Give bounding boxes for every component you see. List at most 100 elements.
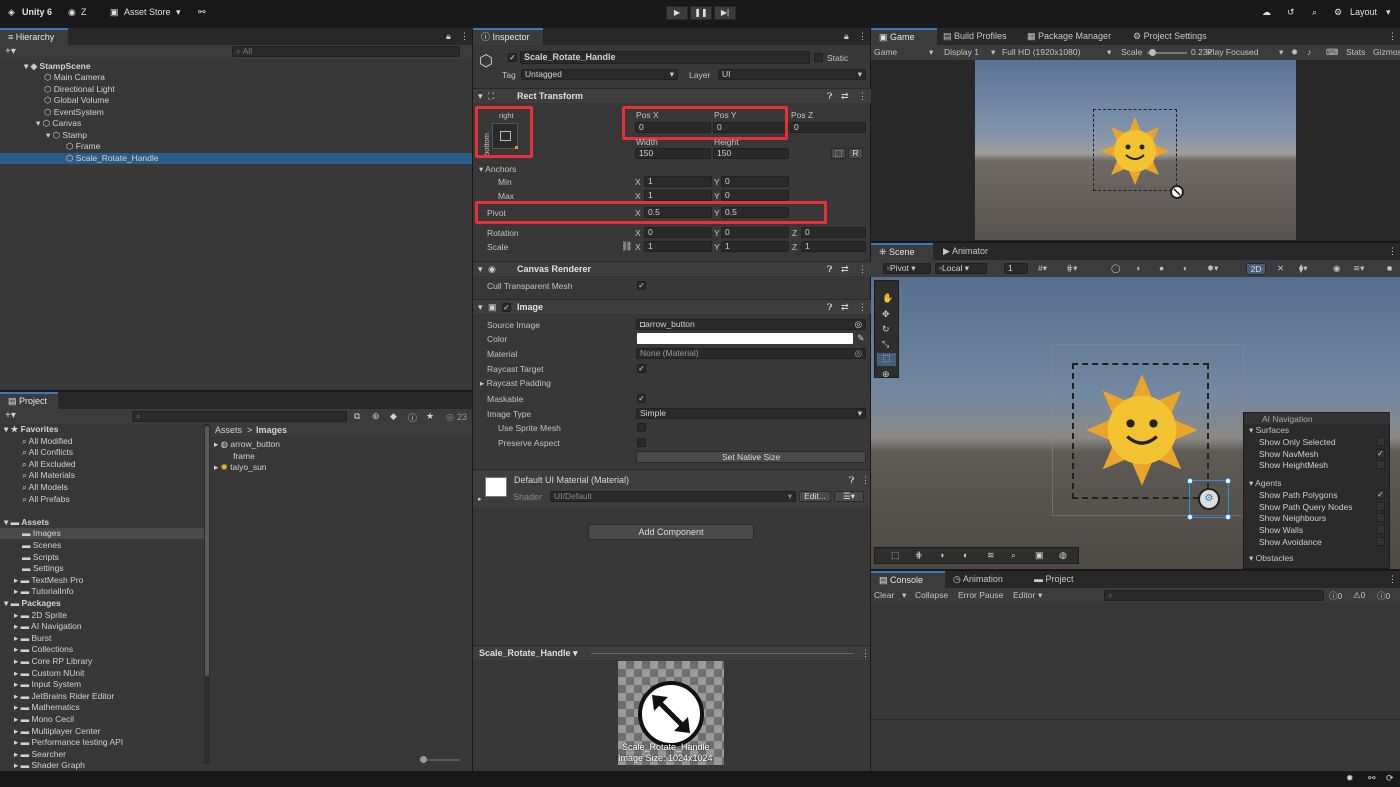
object-picker-icon[interactable]: ◎ xyxy=(855,349,862,358)
color-swatch[interactable] xyxy=(637,333,853,344)
fav-item[interactable]: ⌕ All Prefabs xyxy=(22,494,70,505)
debug-icon[interactable]: ✹▾ xyxy=(1207,263,1218,274)
lock-icon[interactable]: 🔒︎ xyxy=(844,31,849,42)
tab-game[interactable]: ▣ Game xyxy=(871,28,937,45)
tag-icon[interactable]: ◆ xyxy=(390,411,397,422)
project-search-input[interactable]: ⌕ xyxy=(132,411,347,422)
layer-dropdown[interactable]: UI ▾ xyxy=(718,69,866,80)
foldout-icon[interactable]: ▾ xyxy=(478,264,483,275)
gizmos-button[interactable]: Gizmos xyxy=(1373,47,1400,57)
tab-build-profiles[interactable]: ▤ Build Profiles xyxy=(935,28,1015,45)
transform-tool-icon[interactable]: ⊕ xyxy=(882,369,890,380)
scale-y-input[interactable]: 1 xyxy=(721,241,789,252)
bug-icon[interactable]: ✹ xyxy=(1291,47,1298,58)
tree-item-stamp[interactable]: ▾ ⬡ Stamp xyxy=(46,130,87,141)
unity-logo-icon[interactable]: ◈ xyxy=(8,7,15,18)
rotate-tool-icon[interactable]: ↻ xyxy=(882,324,890,335)
package-item[interactable]: ▸ ▬ Input System xyxy=(14,679,81,690)
play-button[interactable]: ▶ xyxy=(666,6,688,20)
lighting-icon[interactable]: ◐ xyxy=(963,550,968,560)
image-header[interactable]: ▾ ▣ ✓ Image ❓︎ ⇄ ⋮ xyxy=(473,299,871,314)
tree-item-main-camera[interactable]: ⬡ Main Camera xyxy=(44,72,105,83)
link-icon[interactable]: ⛓ xyxy=(621,241,632,252)
camera-icon[interactable]: ■ xyxy=(1387,263,1392,273)
package-item[interactable]: ▸ ▬ Shader Graph xyxy=(14,760,85,771)
help-icon[interactable]: ❓︎ xyxy=(849,475,854,486)
preset-icon[interactable]: ⇄ xyxy=(841,302,849,313)
nav-option[interactable]: Show Avoidance xyxy=(1259,537,1389,548)
scale-slider-handle[interactable] xyxy=(1149,49,1156,56)
add-icon[interactable]: +▾ xyxy=(5,410,16,421)
image-enabled-checkbox[interactable]: ✓ xyxy=(502,303,511,312)
tab-animation[interactable]: ◷ Animation xyxy=(945,571,1011,588)
resize-handle[interactable] xyxy=(1187,514,1193,520)
tree-item-eventsystem[interactable]: ⬡ EventSystem xyxy=(44,107,104,118)
canvas-renderer-header[interactable]: ▾ ◉ Canvas Renderer ❓︎ ⇄ ⋮ xyxy=(473,261,871,276)
package-item[interactable]: ▸ ▬ Searcher xyxy=(14,749,66,760)
shading-unlit-icon[interactable]: ◐ xyxy=(1183,263,1188,273)
more-icon[interactable]: ⋮ xyxy=(858,91,867,102)
filter-label-icon[interactable]: ⊛ xyxy=(372,411,380,422)
shading-shaded-icon[interactable]: ◑ xyxy=(1135,263,1140,273)
tab-project[interactable]: ▤ Project xyxy=(0,392,58,409)
lighting-toggle-icon[interactable]: ✕ xyxy=(1277,263,1284,274)
filter-type-icon[interactable]: ⧉ xyxy=(354,411,360,422)
zoom-slider-handle[interactable] xyxy=(420,756,427,763)
hierarchy-search-input[interactable]: ⌕ All xyxy=(232,46,460,57)
error-count[interactable]: ⓘ0 xyxy=(1377,590,1390,602)
nav-option[interactable]: Show Neighbours xyxy=(1259,513,1389,524)
nav-checkbox[interactable] xyxy=(1376,513,1385,522)
layout-menu[interactable]: Layout xyxy=(1350,7,1377,17)
account-icon[interactable]: ◉ xyxy=(68,7,76,18)
unity-menu[interactable]: Unity 6 xyxy=(22,7,52,17)
grid-snap-icon[interactable]: #▾ xyxy=(1038,263,1047,274)
resize-handle[interactable] xyxy=(1225,478,1231,484)
source-image-field[interactable]: ◘arrow_button ◎ xyxy=(636,319,866,330)
help-icon[interactable]: ❓︎ xyxy=(827,91,832,102)
shader-dropdown[interactable]: UI/Default ▾ xyxy=(550,491,796,502)
cull-checkbox[interactable]: ✓ xyxy=(637,281,646,290)
editor-dropdown[interactable]: Editor xyxy=(1013,590,1035,600)
rotation-x-input[interactable]: 0 xyxy=(644,227,712,238)
more-icon[interactable]: ⋮ xyxy=(858,302,867,313)
pivot-dropdown[interactable]: ▫Pivot ▾ xyxy=(883,263,931,274)
tab-package-manager[interactable]: ▦ Package Manager xyxy=(1019,28,1119,45)
more-icon[interactable]: ⋮ xyxy=(858,31,867,42)
tab-scene[interactable]: ⁜ Scene xyxy=(871,243,933,260)
more-icon[interactable]: ⋮ xyxy=(460,31,469,42)
error-pause-button[interactable]: Error Pause xyxy=(958,590,1003,600)
nav-option[interactable]: Show Path Query Nodes xyxy=(1259,502,1389,513)
package-item[interactable]: ▸ ▬ Collections xyxy=(14,644,73,655)
nav-checkbox[interactable] xyxy=(1376,502,1385,511)
package-item[interactable]: ▸ ▬ Custom NUnit xyxy=(14,668,84,679)
game-mode-dropdown[interactable]: Game xyxy=(874,47,897,57)
more-icon[interactable]: ⋮ xyxy=(1388,246,1397,257)
foldout-icon[interactable]: ▾ xyxy=(478,302,483,313)
play-focused-button[interactable]: Play Focused xyxy=(1207,47,1259,57)
activity-icon[interactable]: ⟳ xyxy=(1386,773,1394,784)
resize-handle[interactable] xyxy=(1225,514,1231,520)
fav-item[interactable]: ⌕ All Models xyxy=(22,482,68,493)
log-count[interactable]: ⓘ0 xyxy=(1329,590,1342,602)
active-checkbox[interactable]: ✓ xyxy=(508,53,517,62)
shading-icon[interactable]: ◑ xyxy=(939,550,944,560)
bug-icon[interactable]: ✹ xyxy=(1346,773,1354,784)
fav-item[interactable]: ⌕ All Excluded xyxy=(22,459,75,470)
shading-solid-icon[interactable]: ● xyxy=(1159,263,1164,273)
anchor-min-x-input[interactable]: 1 xyxy=(644,176,712,187)
hand-tool-icon[interactable]: ✋ xyxy=(882,293,893,304)
warning-count[interactable]: ⚠0 xyxy=(1353,590,1365,601)
preset-icon[interactable]: ⇄ xyxy=(841,91,849,102)
display-dropdown[interactable]: Display 1 xyxy=(944,47,979,57)
nav-option[interactable]: Show Path Polygons ✓ xyxy=(1259,490,1389,501)
info-icon[interactable]: ⓘ xyxy=(408,411,417,424)
folder-item[interactable]: ▬ Settings xyxy=(22,563,64,574)
more-icon[interactable]: ⋮ xyxy=(1388,574,1397,585)
resolution-dropdown[interactable]: Full HD (1920x1080) xyxy=(1002,47,1080,57)
package-item[interactable]: ▸ ▬ AI Navigation xyxy=(14,621,82,632)
asset-store-button[interactable]: Asset Store xyxy=(124,7,171,17)
eyedropper-icon[interactable]: ✎ xyxy=(857,333,865,344)
edit-shader-button[interactable]: Edit... xyxy=(799,491,831,502)
version-control-icon[interactable]: ⚯ xyxy=(198,7,206,18)
rotation-z-input[interactable]: 0 xyxy=(801,227,866,238)
